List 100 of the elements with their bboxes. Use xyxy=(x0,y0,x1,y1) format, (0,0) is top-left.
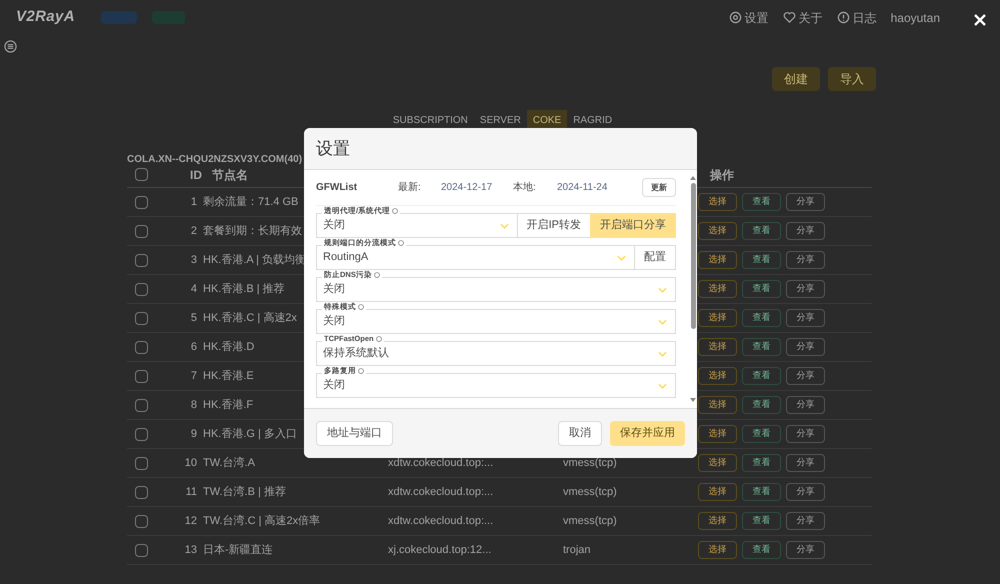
checkbox[interactable] xyxy=(135,282,148,296)
action-button[interactable]: 创建 xyxy=(772,67,820,91)
row-action-button[interactable]: 选择 xyxy=(698,483,737,501)
scroll-down-icon[interactable] xyxy=(690,398,696,402)
save-button[interactable]: 保存并应用 xyxy=(610,421,685,446)
cancel-button[interactable]: 取消 xyxy=(558,421,602,446)
row-action-button[interactable]: 分享 xyxy=(786,193,825,211)
row-action-button[interactable]: 分享 xyxy=(786,222,825,240)
tab[interactable]: SUBSCRIPTION xyxy=(386,110,474,131)
row-action-button[interactable]: 查看 xyxy=(742,251,781,269)
row-action-button[interactable]: 选择 xyxy=(698,280,737,298)
row-action-button[interactable]: 分享 xyxy=(786,251,825,269)
table-cell: HK.香港.B | 推荐 xyxy=(203,282,285,295)
checkbox[interactable] xyxy=(135,370,148,382)
table-cell: 剩余流量：71.4 GB xyxy=(203,196,298,208)
address-port-button[interactable]: 地址与端口 xyxy=(316,421,393,446)
row-action-button[interactable]: 分享 xyxy=(786,483,825,501)
info-icon xyxy=(836,11,850,24)
latest-label: 最新: xyxy=(398,182,421,193)
tab[interactable]: RAGRID xyxy=(567,110,618,131)
select-field[interactable]: 关闭 xyxy=(316,309,676,334)
action-button[interactable]: 导入 xyxy=(828,67,876,91)
row-action-button[interactable]: 选择 xyxy=(698,541,737,559)
row-action-button[interactable]: 查看 xyxy=(742,222,781,240)
local-date: 2024-11-24 xyxy=(557,182,608,193)
row-action-button[interactable]: 分享 xyxy=(786,454,825,472)
nav-link[interactable]: 关于 xyxy=(782,8,823,26)
settings-icon xyxy=(728,11,742,24)
close-button[interactable] xyxy=(972,12,988,28)
checkbox[interactable] xyxy=(135,196,148,208)
row-action-button[interactable]: 查看 xyxy=(742,193,781,211)
checkbox[interactable] xyxy=(135,544,148,556)
row-action-button[interactable]: 查看 xyxy=(742,454,781,472)
row-action-button[interactable]: 选择 xyxy=(698,251,737,269)
chevron-down-icon xyxy=(658,318,667,324)
nav-link[interactable]: 日志 xyxy=(836,8,877,26)
table-cell: 日本-新疆直连 xyxy=(203,544,273,556)
row-action-button[interactable]: 选择 xyxy=(698,338,737,356)
checkbox[interactable] xyxy=(135,254,148,266)
row-action-button[interactable]: 分享 xyxy=(786,280,825,298)
row-action-button[interactable]: 选择 xyxy=(698,309,737,327)
toggle-button[interactable]: 开启端口分享 xyxy=(590,213,676,238)
row-action-button[interactable]: 选择 xyxy=(698,512,737,530)
menu-icon[interactable] xyxy=(4,40,17,52)
column-header[interactable]: ID xyxy=(190,166,202,184)
column-header: 操作 xyxy=(710,166,734,184)
row-action-button[interactable]: 选择 xyxy=(698,367,737,385)
select-field[interactable]: 关闭 xyxy=(316,373,676,398)
row-action-button[interactable]: 查看 xyxy=(742,367,781,385)
row-action-button[interactable]: 查看 xyxy=(742,280,781,298)
row-action-button[interactable]: 选择 xyxy=(698,222,737,240)
update-button[interactable]: 更新 xyxy=(642,178,676,197)
checkbox[interactable] xyxy=(135,428,148,440)
checkbox[interactable] xyxy=(135,486,148,498)
logo[interactable]: V2RayA xyxy=(16,6,75,29)
checkbox[interactable] xyxy=(135,456,148,470)
table-cell: trojan xyxy=(563,544,591,556)
checkbox[interactable] xyxy=(135,224,148,238)
row-action-button[interactable]: 分享 xyxy=(786,367,825,385)
checkbox[interactable] xyxy=(135,398,148,412)
scroll-up-icon[interactable] xyxy=(690,176,696,180)
row-action-button[interactable]: 分享 xyxy=(786,396,825,414)
row-action-button[interactable]: 选择 xyxy=(698,193,737,211)
help-icon[interactable] xyxy=(358,304,364,310)
checkbox[interactable] xyxy=(135,340,148,354)
row-action-button[interactable]: 分享 xyxy=(786,309,825,327)
help-icon[interactable] xyxy=(358,368,364,374)
nav-link[interactable]: 设置 xyxy=(728,8,769,26)
row-action-button[interactable]: 选择 xyxy=(698,396,737,414)
row-action-button[interactable]: 分享 xyxy=(786,425,825,443)
toggle-button[interactable]: 配置 xyxy=(634,245,676,270)
row-action-button[interactable]: 查看 xyxy=(742,309,781,327)
select-field[interactable]: 关闭 xyxy=(316,277,676,302)
select-field[interactable]: 保持系统默认 xyxy=(316,341,676,366)
row-action-button[interactable]: 查看 xyxy=(742,512,781,530)
row-action-button[interactable]: 选择 xyxy=(698,425,737,443)
tab[interactable]: SERVER xyxy=(474,110,527,131)
row-action-button[interactable]: 查看 xyxy=(742,396,781,414)
row-action-button[interactable]: 查看 xyxy=(742,338,781,356)
row-action-button[interactable]: 查看 xyxy=(742,483,781,501)
row-action-button[interactable]: 选择 xyxy=(698,454,737,472)
help-icon[interactable] xyxy=(374,272,380,278)
row-action-button[interactable]: 分享 xyxy=(786,512,825,530)
checkbox[interactable] xyxy=(135,312,148,324)
help-icon[interactable] xyxy=(392,208,398,214)
row-action-button[interactable]: 查看 xyxy=(742,541,781,559)
checkbox[interactable] xyxy=(135,168,148,181)
help-icon[interactable] xyxy=(376,336,382,342)
toggle-button[interactable]: 开启IP转发 xyxy=(516,213,591,238)
row-action-button[interactable]: 查看 xyxy=(742,425,781,443)
table-cell: vmess(tcp) xyxy=(563,486,617,498)
table-cell: 13 xyxy=(184,544,197,556)
username[interactable]: haoyutan xyxy=(890,8,940,26)
close-icon xyxy=(972,12,988,28)
row-action-button[interactable]: 分享 xyxy=(786,338,825,356)
checkbox[interactable] xyxy=(135,514,148,528)
row-action-button[interactable]: 分享 xyxy=(786,541,825,559)
table-cell: 7 xyxy=(190,370,197,382)
scrollbar-thumb[interactable] xyxy=(690,183,696,329)
help-icon[interactable] xyxy=(398,240,404,246)
